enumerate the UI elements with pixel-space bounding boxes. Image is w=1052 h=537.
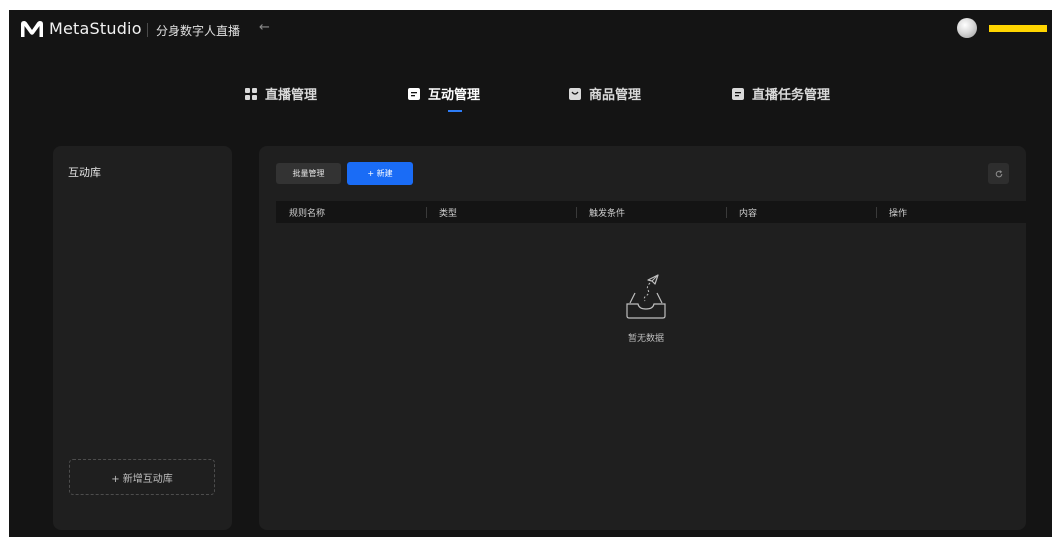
column-header-label: 类型 xyxy=(439,208,458,219)
column-separator xyxy=(876,207,877,218)
document-icon xyxy=(408,87,420,100)
tab-label: 商品管理 xyxy=(589,88,642,103)
tab-live-task-management[interactable]: 直播任务管理 xyxy=(732,84,830,103)
column-separator xyxy=(726,207,727,218)
tab-live-management[interactable]: 直播管理 xyxy=(245,84,317,103)
tab-label: 互动管理 xyxy=(428,88,481,103)
user-avatar[interactable] xyxy=(957,18,977,38)
column-header: 规则名称 xyxy=(276,201,426,223)
main-tabs: 直播管理 互动管理 商品管理 直播任务管理 xyxy=(9,84,1052,124)
add-interaction-library-button[interactable]: + 新增互动库 xyxy=(69,459,215,495)
tab-label: 直播任务管理 xyxy=(752,88,831,103)
empty-state: 暂无数据 xyxy=(614,271,678,344)
username-redacted[interactable] xyxy=(989,25,1047,32)
table-header: 规则名称 类型 触发条件 内容 操作 xyxy=(276,201,1026,223)
interaction-library-panel: 互动库 + 新增互动库 xyxy=(53,146,232,530)
column-header: 内容 xyxy=(726,201,876,223)
column-separator xyxy=(576,207,577,218)
new-rule-button[interactable]: + 新建 xyxy=(347,162,413,185)
column-header: 触发条件 xyxy=(576,201,726,223)
header-divider xyxy=(147,23,148,37)
active-tab-indicator xyxy=(448,110,462,112)
tab-interaction-management[interactable]: 互动管理 xyxy=(408,84,481,112)
column-header-label: 规则名称 xyxy=(289,208,326,219)
refresh-button[interactable] xyxy=(988,163,1009,184)
tab-product-management[interactable]: 商品管理 xyxy=(569,84,641,103)
empty-text: 暂无数据 xyxy=(627,334,664,344)
brand-name: MetaStudio xyxy=(49,19,142,38)
product-icon xyxy=(569,87,581,100)
metastudio-logo-icon xyxy=(21,21,43,37)
column-header: 操作 xyxy=(876,201,1026,223)
column-header-label: 操作 xyxy=(889,208,908,219)
refresh-icon xyxy=(995,169,1002,177)
column-header-label: 内容 xyxy=(739,208,758,219)
tab-label: 直播管理 xyxy=(265,88,318,103)
column-header: 类型 xyxy=(426,201,576,223)
rules-panel: 批量管理 + 新建 规则名称 类型 触发条件 内容 操作 暂无数据 xyxy=(259,146,1026,530)
panel-title: 互动库 xyxy=(68,166,101,179)
grid-icon xyxy=(245,87,257,100)
batch-manage-button[interactable]: 批量管理 xyxy=(276,163,341,184)
column-header-label: 触发条件 xyxy=(589,208,626,219)
document-icon xyxy=(732,87,744,100)
back-arrow-icon[interactable]: ← xyxy=(259,20,270,35)
column-separator xyxy=(426,207,427,218)
product-subtitle: 分身数字人直播 xyxy=(156,24,241,38)
empty-inbox-icon xyxy=(626,274,666,319)
top-bar: MetaStudio 分身数字人直播 ← xyxy=(9,10,1052,50)
app-window: MetaStudio 分身数字人直播 ← 直播管理 互动管理 商品管理 直播任务… xyxy=(9,10,1052,537)
